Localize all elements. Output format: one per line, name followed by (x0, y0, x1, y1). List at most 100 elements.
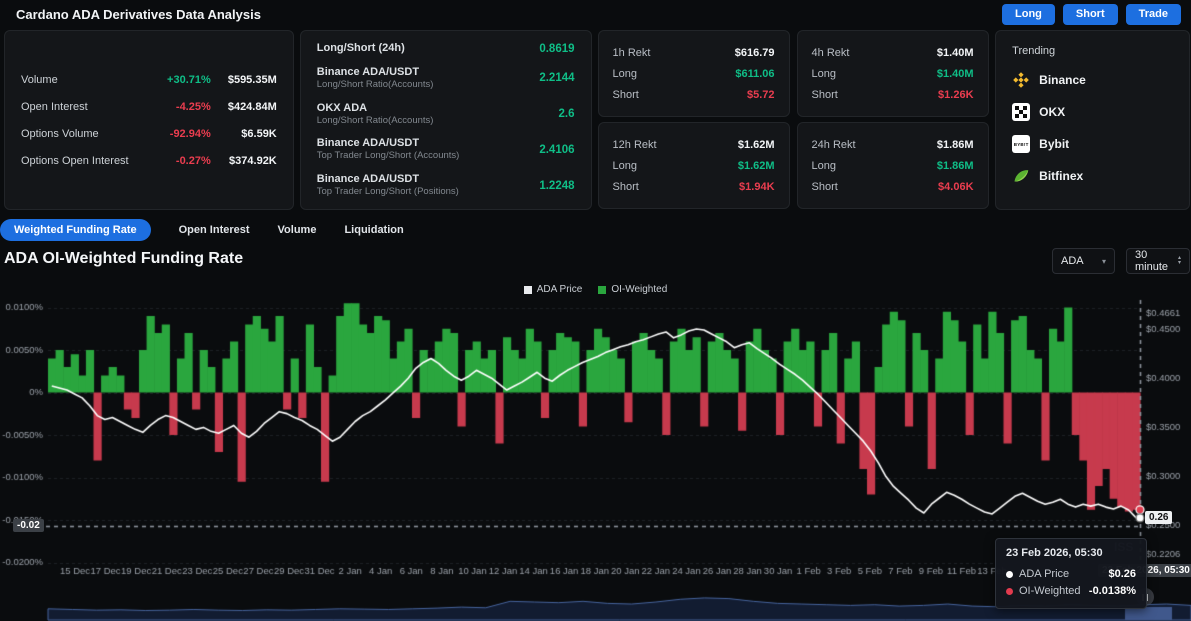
legend-swatch (598, 286, 606, 294)
ls-value: 1.2248 (539, 180, 574, 192)
exchange-item-okx[interactable]: OKX (1012, 103, 1173, 121)
exchange-item-bybit[interactable]: BYB!T Bybit (1012, 135, 1173, 153)
stat-change: -0.27% (149, 155, 211, 167)
stat-row-volume: Volume +30.71% $595.35M (21, 74, 277, 86)
tooltip-row-funding: OI-Weighted -0.0138% (1006, 583, 1136, 600)
ls-label: Long/Short (24h) (317, 42, 540, 55)
exchange-name: Bitfinex (1039, 169, 1083, 183)
long-button[interactable]: Long (1002, 4, 1055, 25)
exchange-name: Binance (1039, 73, 1086, 87)
bybit-icon: BYB!T (1012, 135, 1030, 153)
stepper-arrows-icon: ▴▾ (1178, 256, 1181, 266)
rekt-short-value: $4.06K (938, 181, 973, 193)
legend-label: ADA Price (537, 284, 583, 295)
tab-volume[interactable]: Volume (278, 224, 317, 236)
ls-label: Binance ADA/USDT (317, 173, 540, 186)
stat-label: Volume (21, 74, 149, 86)
price-marker-icon (1006, 571, 1013, 578)
rekt-title: 1h Rekt (613, 47, 651, 59)
tab-open-interest[interactable]: Open Interest (179, 224, 250, 236)
rekt-card-1h: 1h Rekt$616.79 Long$611.06 Short$5.72 (598, 30, 790, 117)
chevron-down-icon: ▾ (1102, 257, 1106, 266)
rekt-total: $1.62M (738, 139, 775, 151)
rekt-title: 12h Rekt (613, 139, 657, 151)
rekt-card-24h: 24h Rekt$1.86M Long$1.86M Short$4.06K (797, 122, 989, 209)
legend-item-oi-weighted[interactable]: OI-Weighted (598, 284, 667, 295)
tooltip-timestamp: 23 Feb 2026, 05:30 (1006, 547, 1136, 559)
rekt-cards-grid: 1h Rekt$616.79 Long$611.06 Short$5.72 4h… (598, 30, 990, 210)
ls-value: 0.8619 (539, 43, 574, 55)
rekt-short-value: $5.72 (747, 89, 775, 101)
ls-sublabel: Top Trader Long/Short (Positions) (317, 186, 540, 198)
rekt-total: $1.40M (937, 47, 974, 59)
rekt-card-4h: 4h Rekt$1.40M Long$1.40M Short$1.26K (797, 30, 989, 117)
stat-change: +30.71% (149, 74, 211, 86)
tab-weighted-funding-rate[interactable]: Weighted Funding Rate (0, 219, 151, 241)
stat-label: Options Volume (21, 128, 149, 140)
ls-row: Binance ADA/USDT Top Trader Long/Short (… (317, 173, 575, 198)
trending-card: Trending Binance OKX (995, 30, 1190, 210)
tooltip-value: -0.0138% (1089, 583, 1136, 600)
coin-select[interactable]: ADA ▾ (1052, 248, 1115, 274)
short-button[interactable]: Short (1063, 4, 1118, 25)
rekt-title: 4h Rekt (812, 47, 850, 59)
legend-label: OI-Weighted (611, 284, 667, 295)
chart-legend: ADA Price OI-Weighted (0, 284, 1191, 295)
tooltip-row-price: ADA Price $0.26 (1006, 566, 1136, 583)
market-stats-card: Volume +30.71% $595.35M Open Interest -4… (4, 30, 294, 210)
summary-cards: Volume +30.71% $595.35M Open Interest -4… (4, 30, 1190, 210)
interval-select[interactable]: 30 minute ▴▾ (1126, 248, 1190, 274)
coin-select-value: ADA (1061, 255, 1084, 267)
ls-label: Binance ADA/USDT (317, 137, 540, 150)
binance-icon (1012, 71, 1030, 89)
tooltip-value: $0.26 (1108, 566, 1136, 583)
stat-row-options-open-interest: Options Open Interest -0.27% $374.92K (21, 155, 277, 167)
legend-item-ada-price[interactable]: ADA Price (524, 284, 583, 295)
rekt-short-label: Short (812, 89, 838, 101)
exchange-item-bitfinex[interactable]: Bitfinex (1012, 167, 1173, 185)
ls-sublabel: Long/Short Ratio(Accounts) (317, 115, 559, 127)
exchange-name: OKX (1039, 105, 1065, 119)
ls-value: 2.4106 (539, 144, 574, 156)
page-title: Cardano ADA Derivatives Data Analysis (16, 7, 261, 22)
rekt-title: 24h Rekt (812, 139, 856, 151)
last-price-badge: 0.26 (1145, 511, 1172, 524)
okx-icon (1012, 103, 1030, 121)
ls-row: Binance ADA/USDT Long/Short Ratio(Accoun… (317, 66, 575, 91)
rekt-long-label: Long (613, 160, 637, 172)
rekt-short-value: $1.94K (739, 181, 774, 193)
ls-row: OKX ADA Long/Short Ratio(Accounts) 2.6 (317, 102, 575, 127)
tab-liquidation[interactable]: Liquidation (344, 224, 403, 236)
stat-change: -4.25% (149, 101, 211, 113)
stat-label: Options Open Interest (21, 155, 149, 167)
rekt-total: $1.86M (937, 139, 974, 151)
rekt-long-label: Long (812, 160, 836, 172)
stat-value: $6.59K (211, 128, 277, 140)
rekt-long-value: $611.06 (735, 68, 774, 80)
ls-value: 2.6 (559, 108, 575, 120)
rekt-long-value: $1.40M (937, 68, 974, 80)
stat-change: -92.94% (149, 128, 211, 140)
rekt-long-label: Long (613, 68, 637, 80)
stat-row-options-volume: Options Volume -92.94% $6.59K (21, 128, 277, 140)
trade-button[interactable]: Trade (1126, 4, 1181, 25)
rekt-short-label: Short (613, 89, 639, 101)
exchange-item-binance[interactable]: Binance (1012, 71, 1173, 89)
ls-label: OKX ADA (317, 102, 559, 115)
derivatives-dashboard: Cardano ADA Derivatives Data Analysis Lo… (0, 0, 1191, 621)
ls-row: Binance ADA/USDT Top Trader Long/Short (… (317, 137, 575, 162)
rekt-long-value: $1.62M (738, 160, 775, 172)
exchange-name: Bybit (1039, 137, 1069, 151)
rekt-long-label: Long (812, 68, 836, 80)
header-actions: Long Short Trade (1002, 4, 1181, 25)
trending-title: Trending (1012, 45, 1173, 57)
funding-marker-icon (1006, 588, 1013, 595)
ls-row: Long/Short (24h) 0.8619 (317, 42, 575, 55)
bitfinex-icon (1012, 167, 1030, 185)
stat-label: Open Interest (21, 101, 149, 113)
stat-row-open-interest: Open Interest -4.25% $424.84M (21, 101, 277, 113)
stat-value: $595.35M (211, 74, 277, 86)
ls-sublabel: Top Trader Long/Short (Accounts) (317, 150, 540, 162)
chart-tabs: Weighted Funding Rate Open Interest Volu… (0, 219, 404, 241)
stat-value: $424.84M (211, 101, 277, 113)
